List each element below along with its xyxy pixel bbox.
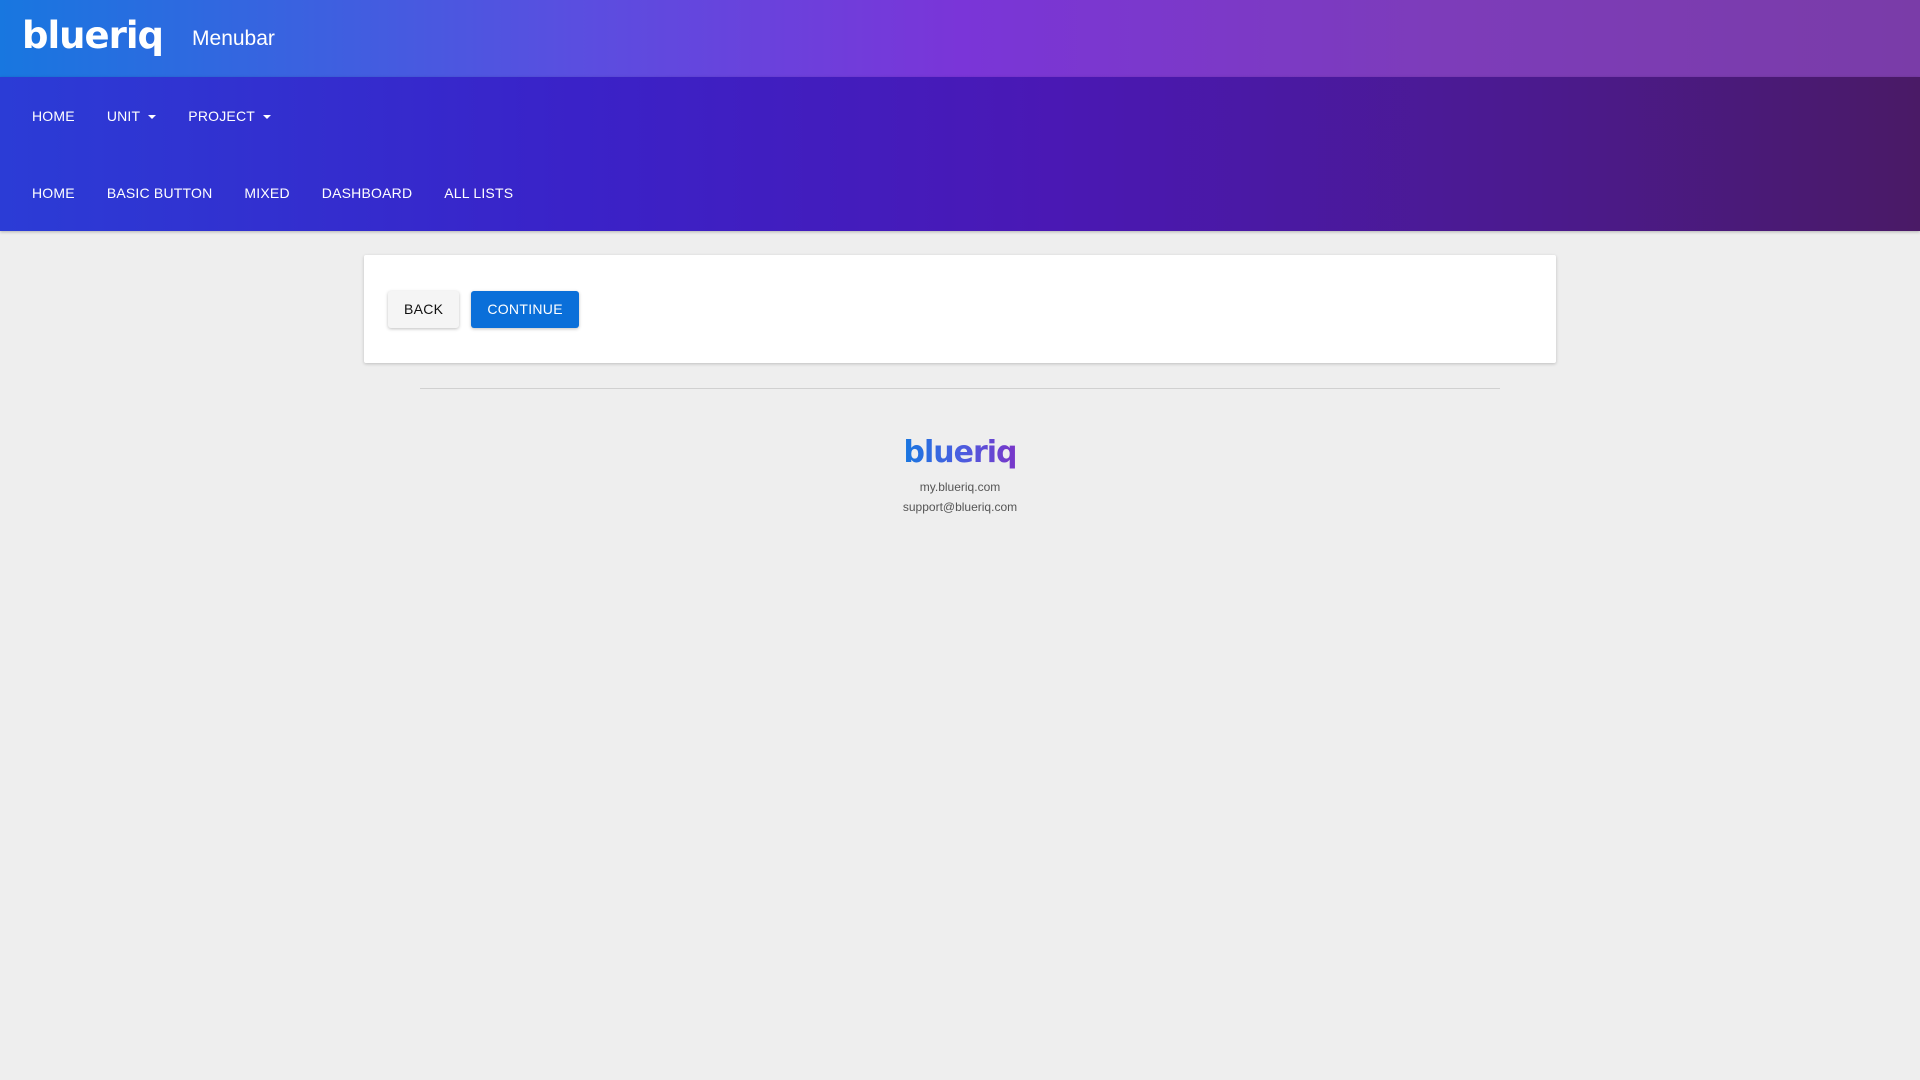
menu-item-label: PROJECT	[188, 107, 256, 124]
menu-item-unit[interactable]: UNIT	[91, 94, 172, 138]
menu-item-all-lists[interactable]: ALL LISTS	[428, 171, 529, 215]
footer-divider	[420, 388, 1500, 389]
menu-item-label: BASIC BUTTON	[106, 184, 213, 201]
back-button[interactable]: BACK	[388, 290, 460, 328]
menu-item-label: HOME	[32, 184, 75, 201]
menu-item-label: UNIT	[106, 107, 141, 124]
menu-item-home-secondary[interactable]: HOME	[16, 171, 91, 215]
menu-item-dashboard[interactable]: DASHBOARD	[306, 171, 428, 215]
menu-item-basic-button[interactable]: BASIC BUTTON	[91, 171, 229, 215]
content-card: BACK CONTINUE	[364, 255, 1556, 363]
support-email-link[interactable]: support@blueriq.com	[0, 497, 1920, 517]
menubar: HOME UNIT PROJECT HOME BASIC BUTTON MIXE…	[0, 77, 1920, 231]
footer-logo: blueriq	[903, 435, 1017, 470]
footer: blueriq my.blueriq.com support@blueriq.c…	[0, 436, 1920, 517]
menu-item-label: ALL LISTS	[444, 184, 514, 201]
menu-item-home[interactable]: HOME	[16, 94, 91, 138]
menu-item-label: DASHBOARD	[321, 184, 413, 201]
blueriq-logo[interactable]: blueriq	[22, 0, 164, 77]
app-header: blueriq Menubar	[0, 0, 1920, 77]
menu-item-label: HOME	[32, 107, 75, 124]
menu-item-mixed[interactable]: MIXED	[228, 171, 305, 215]
logo-text: blueriq	[22, 14, 164, 57]
continue-button[interactable]: CONTINUE	[471, 290, 579, 328]
menu-item-label: MIXED	[244, 184, 290, 201]
caret-down-icon	[148, 114, 157, 119]
caret-down-icon	[263, 114, 272, 119]
page-title: Menubar	[192, 26, 275, 50]
site-link[interactable]: my.blueriq.com	[0, 477, 1920, 497]
menu-row-secondary: HOME BASIC BUTTON MIXED DASHBOARD ALL LI…	[0, 154, 529, 231]
menu-item-project[interactable]: PROJECT	[172, 94, 287, 138]
menu-row-primary: HOME UNIT PROJECT	[0, 77, 287, 154]
